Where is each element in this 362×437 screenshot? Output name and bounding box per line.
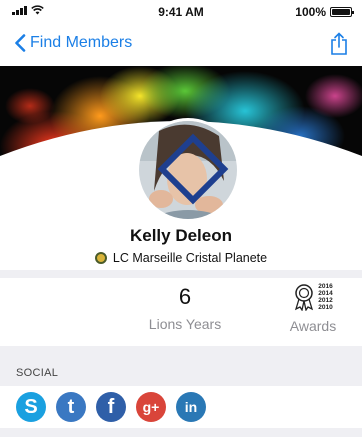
awards-stat[interactable]: 2016 2014 2012 2010 Awards	[278, 280, 348, 334]
chevron-left-icon	[15, 34, 26, 52]
award-year: 2016	[318, 283, 333, 290]
skype-icon[interactable]: S	[16, 392, 46, 422]
battery-status: 100%	[295, 5, 354, 19]
share-button[interactable]	[330, 32, 348, 61]
navigation-bar: Find Members	[0, 26, 362, 64]
lions-years-stat: 6 Lions Years	[120, 284, 250, 332]
google-plus-icon[interactable]: g+	[136, 392, 166, 422]
club-info: LC Marseille Cristal Planete	[0, 251, 362, 265]
share-icon	[331, 32, 347, 55]
social-section-title: SOCIAL	[16, 367, 59, 379]
award-years-list: 2016 2014 2012 2010	[318, 283, 332, 311]
club-name: LC Marseille Cristal Planete	[112, 251, 268, 265]
back-button[interactable]: Find Members	[14, 34, 132, 52]
member-name: Kelly Deleon	[129, 226, 233, 245]
social-section: SOCIAL S t f g+ in	[0, 346, 362, 428]
lions-club-logo-icon	[94, 252, 107, 264]
profile-photo	[139, 121, 237, 219]
status-bar: 9:41 AM 100%	[0, 0, 362, 22]
avatar[interactable]	[136, 118, 240, 222]
back-button-label: Find Members	[30, 34, 133, 51]
twitter-icon[interactable]: t	[56, 392, 86, 422]
lions-years-label: Lions Years	[148, 316, 222, 332]
award-year: 2014	[318, 290, 333, 297]
awards-label: Awards	[289, 318, 337, 334]
battery-percent: 100%	[295, 5, 326, 19]
social-links: S t f g+ in	[0, 386, 362, 428]
linkedin-icon[interactable]: in	[176, 392, 206, 422]
award-year: 2012	[318, 297, 333, 304]
bottom-divider	[0, 428, 362, 437]
award-year: 2010	[318, 304, 333, 311]
section-divider	[0, 270, 362, 278]
stats-section: 6 Lions Years 2016 2014 2012 2010 Awards	[0, 278, 362, 338]
award-ribbon-icon	[295, 284, 314, 311]
facebook-icon[interactable]: f	[96, 392, 126, 422]
lions-years-value: 6	[178, 284, 192, 309]
battery-icon	[330, 7, 354, 17]
